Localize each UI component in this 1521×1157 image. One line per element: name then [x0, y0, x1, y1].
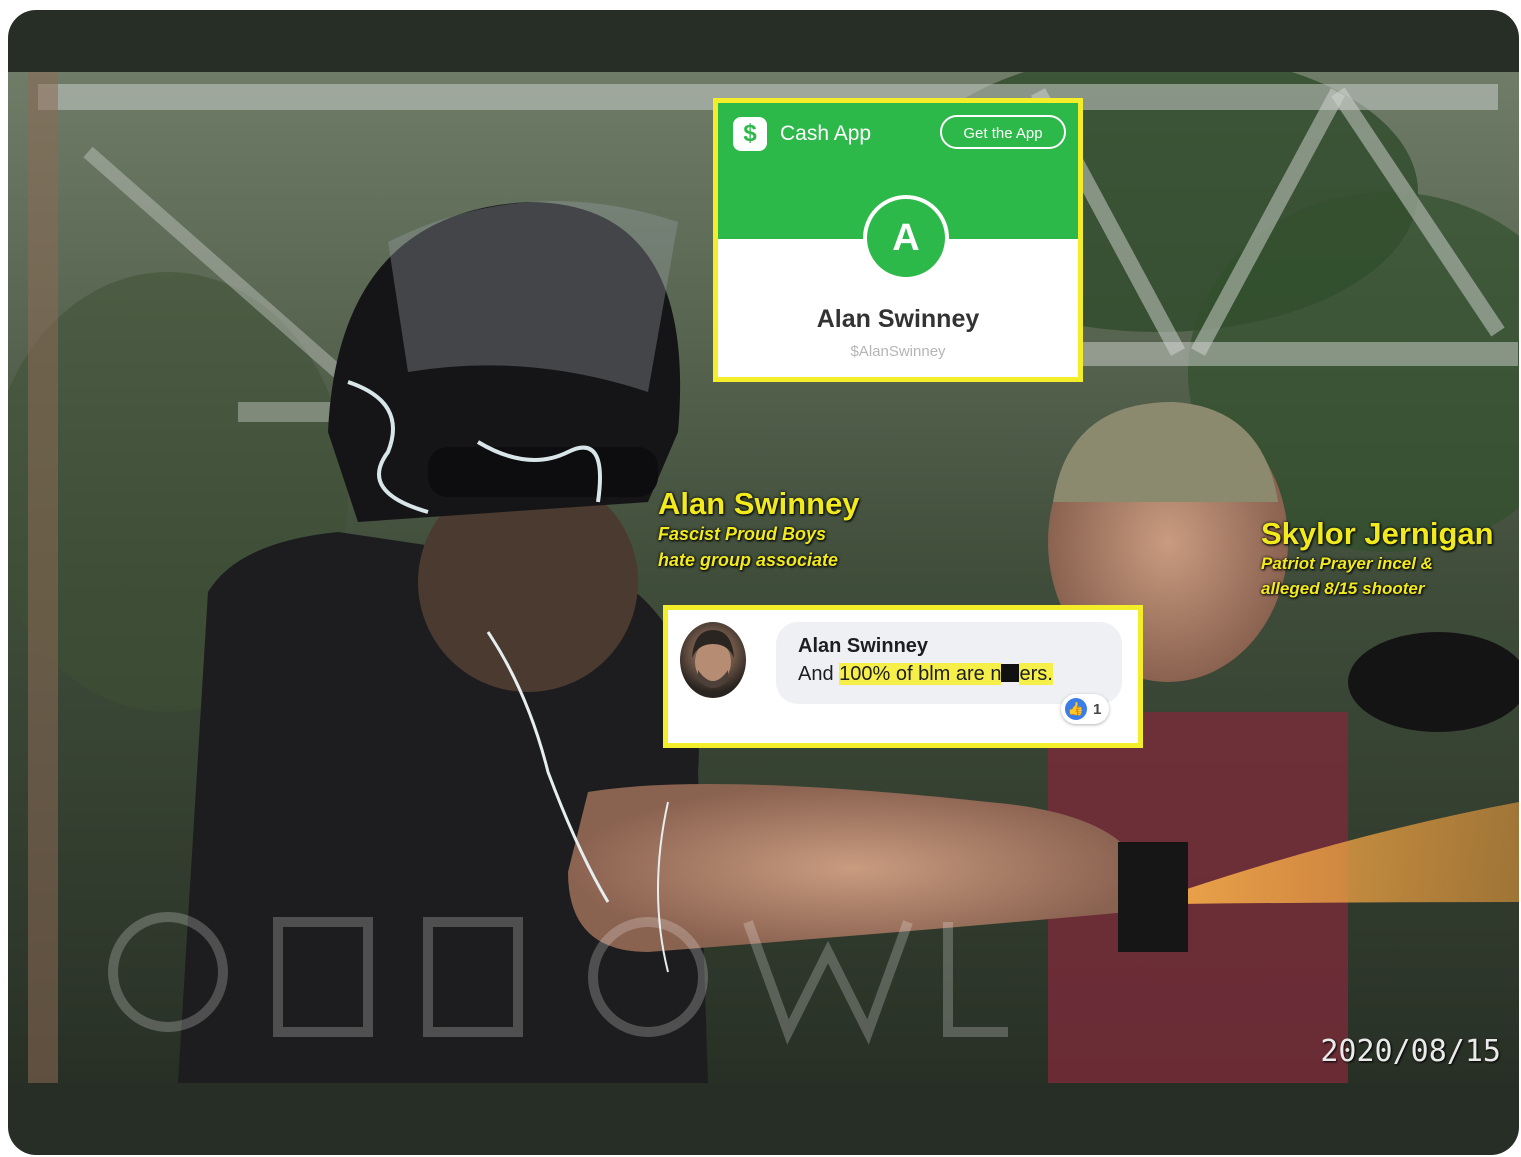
- cashapp-name: Alan Swinney: [816, 305, 980, 333]
- cashapp-logo-icon: $: [733, 117, 767, 151]
- date-stamp: 2020/08/15: [1320, 1034, 1501, 1069]
- get-the-app-button: Get the App: [940, 115, 1066, 149]
- label-right-desc-line1: Patriot Prayer incel &: [1261, 554, 1433, 573]
- cashapp-brand: Cash App: [780, 122, 872, 145]
- label-left-name: Alan Swinney: [658, 486, 860, 521]
- label-right-name: Skylor Jernigan: [1261, 516, 1494, 551]
- thumbs-up-icon: 👍: [1065, 698, 1087, 720]
- comment-avatar: [680, 622, 746, 698]
- comment-text-highlight-a: 100% of blm are n: [839, 663, 1002, 685]
- comment-author: Alan Swinney: [798, 635, 929, 657]
- comment-text: And 100% of blm are n ers.: [798, 663, 1053, 686]
- photo: $ Cash App Get the App A Alan Swinney $A…: [8, 72, 1519, 1083]
- image-frame: $ Cash App Get the App A Alan Swinney $A…: [8, 10, 1519, 1155]
- photographer-watermark: [108, 912, 1008, 1045]
- cashapp-avatar: A: [863, 195, 949, 281]
- label-right-desc-line2: alleged 8/15 shooter: [1261, 579, 1425, 598]
- cashapp-handle: $AlanSwinney: [850, 343, 946, 360]
- label-left-desc-line1: Fascist Proud Boys: [658, 524, 827, 544]
- label-left-desc-line2: hate group associate: [658, 550, 839, 570]
- comment-text-highlight-b: ers.: [1019, 663, 1053, 685]
- cashapp-card: $ Cash App Get the App A Alan Swinney $A…: [713, 98, 1083, 382]
- comment-screenshot: Alan Swinney And 100% of blm are n ers. 👍…: [663, 605, 1143, 748]
- comment-text-prefix: And: [798, 663, 840, 685]
- like-count: 1: [1093, 700, 1102, 718]
- comment-bubble: Alan Swinney And 100% of blm are n ers.: [776, 622, 1122, 704]
- like-reaction: 👍 1: [1061, 694, 1110, 724]
- redaction-bar: [1001, 664, 1020, 682]
